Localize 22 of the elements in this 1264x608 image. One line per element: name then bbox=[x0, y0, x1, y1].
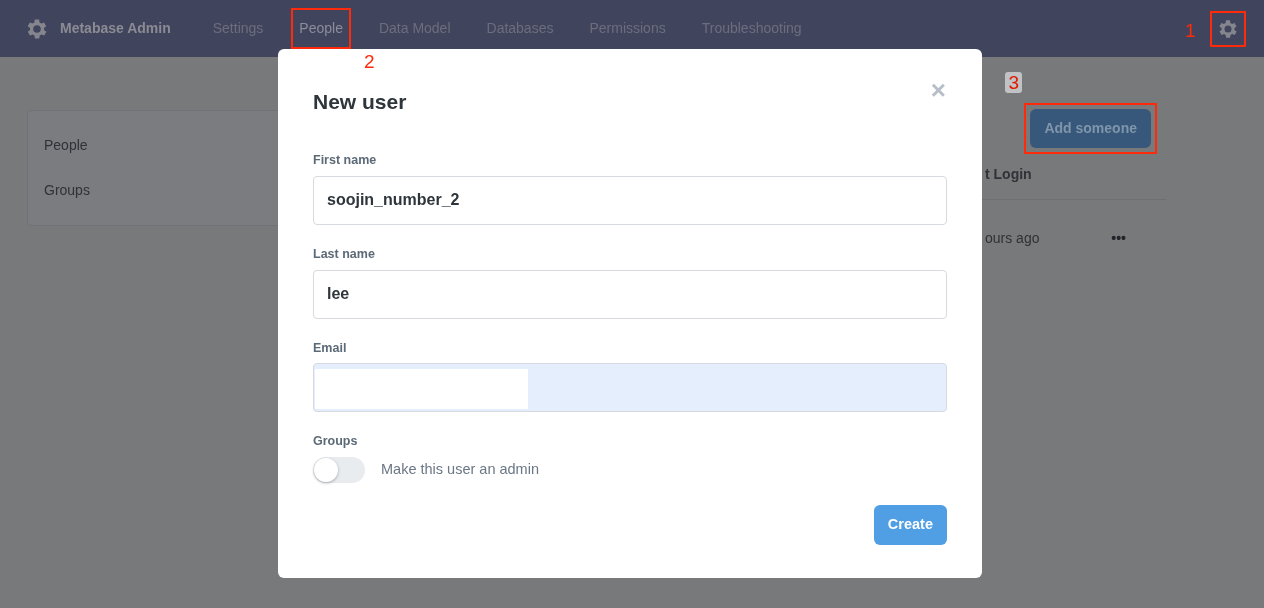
more-menu-button[interactable]: ••• bbox=[1111, 228, 1126, 249]
annotation-box bbox=[1210, 10, 1246, 47]
add-someone-button[interactable]: Add someone bbox=[1030, 109, 1151, 148]
annotation-box bbox=[291, 8, 351, 49]
nav-tab[interactable]: People bbox=[297, 14, 345, 43]
field-label: Groups bbox=[313, 433, 359, 451]
close-button[interactable]: × bbox=[930, 77, 946, 103]
input-field[interactable]: lee bbox=[313, 269, 947, 319]
modal-title: New user bbox=[313, 89, 407, 115]
input-field[interactable] bbox=[313, 363, 947, 413]
toggle-label: Make this user an admin bbox=[381, 460, 539, 480]
field-label: Email bbox=[313, 339, 348, 357]
toggle-switch[interactable] bbox=[313, 457, 365, 484]
annotation-number: 1 bbox=[1184, 19, 1197, 41]
field-label: First name bbox=[313, 152, 378, 170]
annotation-number: 2 bbox=[362, 51, 376, 72]
create-button[interactable]: Create bbox=[873, 505, 947, 545]
table-cell-text: ours ago bbox=[985, 229, 1040, 248]
app-title: Metabase Admin bbox=[60, 19, 171, 38]
input-field[interactable]: soojin_number_2 bbox=[313, 175, 947, 225]
annotation-number: 3 bbox=[1005, 72, 1022, 93]
field-label: Last name bbox=[313, 245, 376, 263]
